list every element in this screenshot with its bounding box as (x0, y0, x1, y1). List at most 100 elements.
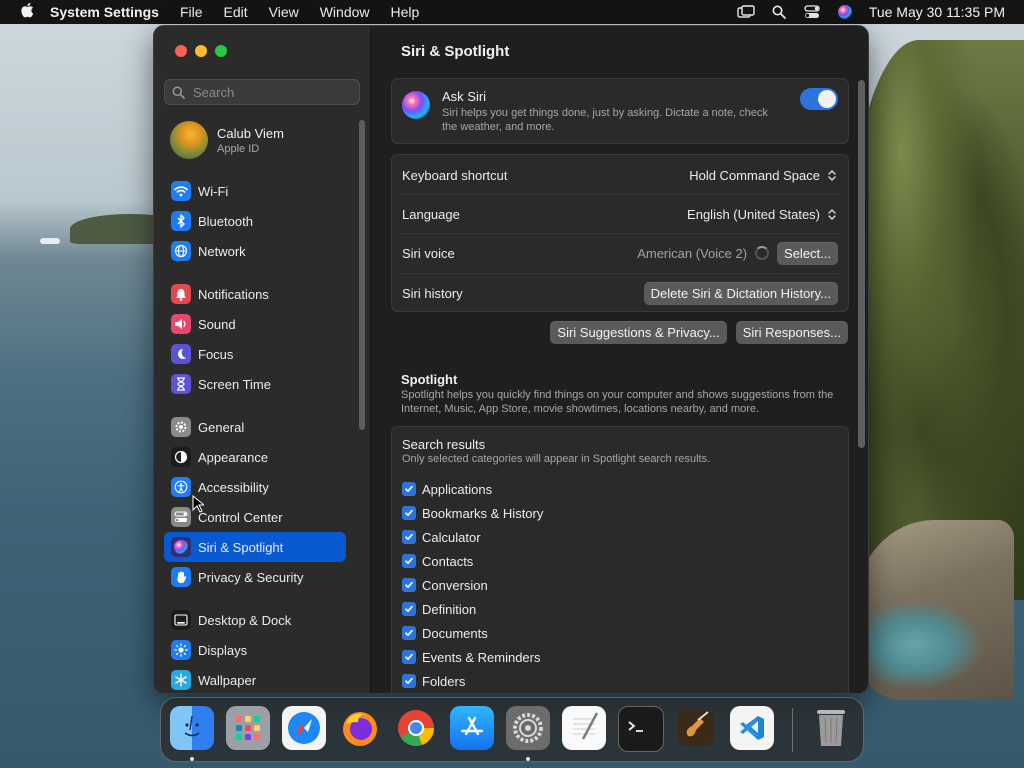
gear-icon (171, 417, 191, 437)
menu-file[interactable]: File (180, 4, 203, 20)
delete-history-button[interactable]: Delete Siri & Dictation History... (643, 281, 838, 305)
sidebar-item-privacy-security[interactable]: Privacy & Security (164, 562, 346, 592)
spotlight-search-icon[interactable] (770, 5, 788, 19)
checkbox-checked-icon[interactable] (402, 626, 416, 640)
category-documents[interactable]: Documents (402, 621, 543, 645)
sidebar-item-label: Wi-Fi (198, 183, 229, 199)
category-label: Conversion (422, 577, 488, 593)
textedit-icon[interactable] (562, 706, 606, 750)
menubar-clock[interactable]: Tue May 30 11:35 PM (869, 4, 1005, 20)
sun-icon (171, 640, 191, 660)
menu-edit[interactable]: Edit (224, 4, 248, 20)
garageband-icon[interactable] (674, 706, 718, 750)
sidebar-item-focus[interactable]: Focus (164, 339, 346, 369)
category-applications[interactable]: Applications (402, 477, 543, 501)
sidebar-item-label: Desktop & Dock (198, 612, 292, 628)
sidebar-item-wifi[interactable]: Wi-Fi (164, 176, 346, 206)
checkbox-checked-icon[interactable] (402, 506, 416, 520)
accessibility-icon (171, 477, 191, 497)
siri-history-label: Siri history (402, 285, 463, 301)
sidebar-item-label: Notifications (198, 286, 269, 302)
sidebar-item-label: Network (198, 243, 246, 259)
siri-suggestions-privacy-button[interactable]: Siri Suggestions & Privacy... (550, 321, 727, 344)
checkbox-checked-icon[interactable] (402, 530, 416, 544)
sidebar-item-label: General (198, 419, 245, 435)
sidebar-item-sound[interactable]: Sound (164, 309, 346, 339)
screen-mirroring-icon[interactable] (737, 5, 755, 19)
siri-settings-panel: Keyboard shortcut Hold Command Space Lan… (391, 154, 849, 312)
select-voice-button[interactable]: Select... (777, 241, 838, 265)
finder-icon[interactable] (170, 706, 214, 750)
page-title: Siri & Spotlight (401, 43, 510, 60)
wallpaper-rock (40, 238, 60, 244)
trash-icon[interactable] (809, 706, 853, 750)
sidebar-item-screen-time[interactable]: Screen Time (164, 369, 346, 399)
sidebar-item-general[interactable]: General (164, 412, 346, 442)
keyboard-shortcut-value: Hold Command Space (689, 167, 820, 183)
category-contacts[interactable]: Contacts (402, 549, 543, 573)
checkbox-checked-icon[interactable] (402, 578, 416, 592)
content-scrollbar[interactable] (858, 80, 865, 448)
sidebar-item-appearance[interactable]: Appearance (164, 442, 346, 472)
apple-id-profile[interactable]: Calub Viem Apple ID (170, 121, 284, 159)
language-popup[interactable]: English (United States) (687, 206, 838, 222)
checkbox-checked-icon[interactable] (402, 482, 416, 496)
siri-responses-button[interactable]: Siri Responses... (735, 321, 848, 344)
avatar (170, 121, 208, 159)
sidebar-item-label: Displays (198, 642, 248, 658)
siri-menubar-icon[interactable] (836, 5, 854, 19)
minimize-button[interactable] (195, 45, 207, 57)
keyboard-shortcut-row: Keyboard shortcut Hold Command Space (392, 155, 848, 195)
launchpad-icon[interactable] (226, 706, 270, 750)
menu-view[interactable]: View (269, 4, 299, 20)
globe-icon (171, 241, 191, 261)
vscode-icon[interactable] (730, 706, 774, 750)
category-calculator[interactable]: Calculator (402, 525, 543, 549)
checkbox-checked-icon[interactable] (402, 674, 416, 688)
speaker-icon (171, 314, 191, 334)
checkbox-checked-icon[interactable] (402, 650, 416, 664)
category-definition[interactable]: Definition (402, 597, 543, 621)
apple-menu-icon[interactable] (18, 2, 36, 23)
hand-icon (171, 567, 191, 587)
menu-help[interactable]: Help (391, 4, 420, 20)
sidebar-item-wallpaper[interactable]: Wallpaper (164, 665, 346, 693)
menu-app-name[interactable]: System Settings (50, 4, 159, 20)
sidebar-search[interactable] (164, 79, 360, 105)
siri-history-row: Siri history Delete Siri & Dictation His… (392, 273, 848, 313)
category-conversion[interactable]: Conversion (402, 573, 543, 597)
sidebar-item-siri-spotlight[interactable]: Siri & Spotlight (164, 532, 346, 562)
safari-icon[interactable] (282, 706, 326, 750)
firefox-icon[interactable] (338, 706, 382, 750)
search-input[interactable] (191, 83, 345, 101)
category-bookmarks-history[interactable]: Bookmarks & History (402, 501, 543, 525)
close-button[interactable] (175, 45, 187, 57)
spotlight-description: Spotlight helps you quickly find things … (401, 389, 834, 415)
siri-voice-value: American (Voice 2) (637, 245, 748, 261)
sidebar-item-bluetooth[interactable]: Bluetooth (164, 206, 346, 236)
category-folders[interactable]: Folders (402, 669, 543, 693)
sidebar-scrollbar[interactable] (359, 120, 365, 430)
keyboard-shortcut-popup[interactable]: Hold Command Space (689, 167, 838, 183)
control-center-menubar-icon[interactable] (803, 5, 821, 19)
checkbox-checked-icon[interactable] (402, 554, 416, 568)
sidebar-item-desktop-dock[interactable]: Desktop & Dock (164, 605, 346, 635)
dock (160, 697, 864, 762)
ask-siri-toggle[interactable] (800, 88, 838, 110)
sidebar-item-notifications[interactable]: Notifications (164, 279, 346, 309)
sidebar-list: Wi-Fi Bluetooth Network Notifications So… (164, 176, 346, 693)
zoom-button[interactable] (215, 45, 227, 57)
sidebar: Calub Viem Apple ID Wi-Fi Bluetooth (154, 26, 371, 693)
checkbox-checked-icon[interactable] (402, 602, 416, 616)
sidebar-item-displays[interactable]: Displays (164, 635, 346, 665)
system-settings-icon[interactable] (506, 706, 550, 750)
category-label: Bookmarks & History (422, 505, 544, 521)
category-events-reminders[interactable]: Events & Reminders (402, 645, 543, 669)
chrome-icon[interactable] (394, 706, 438, 750)
app-store-icon[interactable] (450, 706, 494, 750)
sidebar-item-network[interactable]: Network (164, 236, 346, 266)
menu-window[interactable]: Window (320, 4, 370, 20)
category-label: Folders (422, 673, 466, 689)
terminal-icon[interactable] (618, 706, 664, 752)
profile-name: Calub Viem (217, 125, 284, 141)
